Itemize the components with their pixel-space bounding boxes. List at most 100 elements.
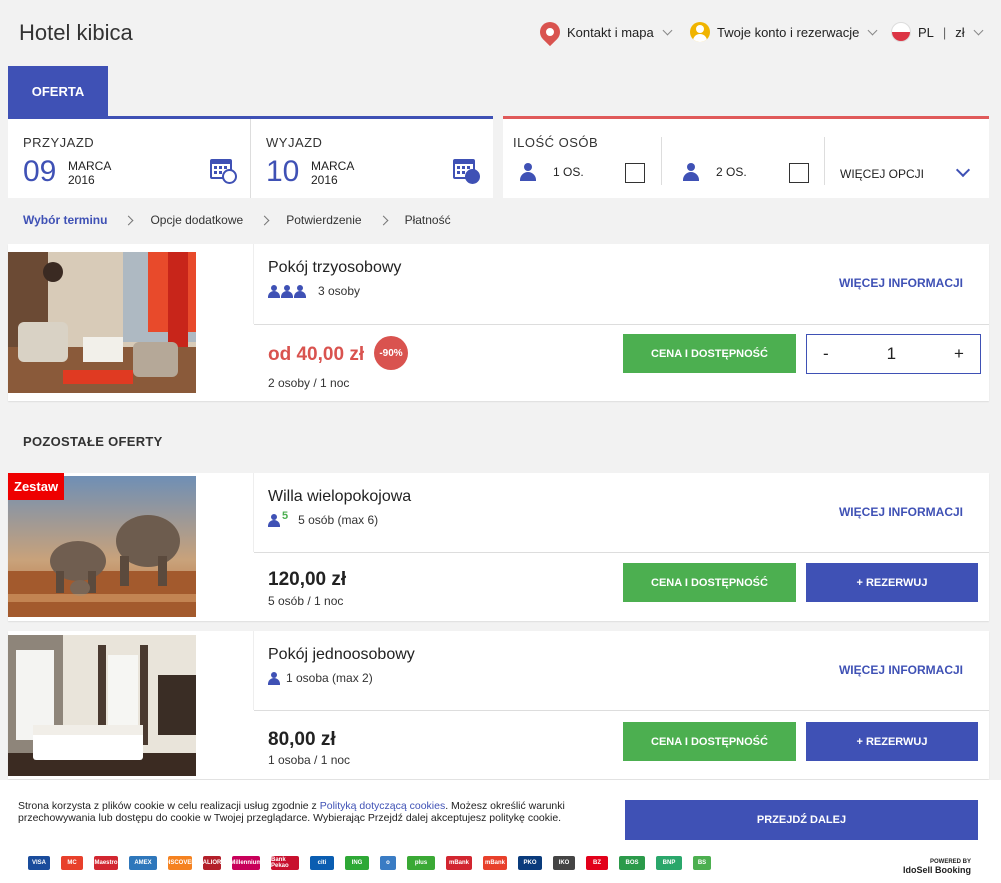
more-info-link[interactable]: WIĘCEJ INFORMACJI (839, 505, 963, 519)
checkin-day: 09 (23, 155, 57, 188)
language-currency-menu[interactable]: PL | zł (891, 22, 984, 42)
breadcrumb: Wybór terminu Opcje dodatkowe Potwierdze… (23, 213, 451, 227)
payment-logo: mBank (446, 856, 472, 870)
offer-photo-single[interactable] (8, 635, 196, 776)
checkin-month-year: MARCA 2016 (68, 159, 111, 187)
breadcrumb-step-2: Opcje dodatkowe (150, 213, 244, 227)
person-icon (281, 284, 293, 298)
payment-logo: mBank (483, 856, 507, 870)
payment-logo: BNP (656, 856, 682, 870)
payment-logo: BZ (586, 856, 608, 870)
payment-logo: PKO (518, 856, 542, 870)
more-info-link[interactable]: WIĘCEJ INFORMACJI (839, 276, 963, 290)
room-price-basis: 2 osoby / 1 noc (268, 376, 350, 390)
person-icon (268, 284, 280, 298)
checkout-date[interactable]: WYJAZD 10 MARCA 2016 (250, 119, 493, 198)
divider (253, 244, 254, 324)
price-availability-button[interactable]: CENA I DOSTĘPNOŚĆ (623, 722, 796, 761)
more-options-button[interactable]: WIĘCEJ OPCJI (840, 167, 924, 181)
tab-offer[interactable]: OFERTA (8, 66, 108, 116)
cookie-text-start: Strona korzysta z plików cookie w celu r… (18, 800, 320, 812)
offer-occupancy-label: 5 osób (max 6) (298, 513, 379, 527)
calendar-icon[interactable] (210, 159, 237, 184)
offer-card-villa: Zestaw Willa wielopokojowa 5 5 osób (max… (8, 473, 989, 621)
persons-option-2-label: 2 OS. (716, 165, 747, 179)
room-occupancy-label: 3 osoby (318, 284, 361, 298)
calendar-icon[interactable] (453, 159, 480, 184)
checkin-month: MARCA (68, 159, 112, 173)
offer-price: 120,00 zł (268, 569, 347, 590)
map-pin-icon (535, 17, 565, 47)
other-offers-heading: POZOSTAŁE OFERTY (23, 434, 163, 449)
brand-title[interactable]: Hotel kibica (19, 20, 133, 46)
payment-logo: Bank Pekao (271, 856, 299, 870)
book-button[interactable]: + REZERWUJ (806, 722, 978, 761)
divider (254, 710, 989, 711)
offer-price: 80,00 zł (268, 729, 336, 750)
book-button[interactable]: + REZERWUJ (806, 563, 978, 602)
breadcrumb-step-3: Potwierdzenie (286, 213, 362, 227)
persons-selector: ILOŚĆ OSÓB 1 OS. 2 OS. WIĘCEJ OPCJI (503, 116, 989, 198)
payment-logo: Millennium (230, 856, 262, 870)
room-photo-triple[interactable] (8, 252, 196, 393)
persons-option-1[interactable]: 1 OS. (519, 163, 584, 181)
payment-logos: VISA MC Maestro AMEX DISCOVER ALIOR Millennium… (28, 856, 722, 870)
quantity-value[interactable]: 1 (887, 344, 896, 364)
persons-option-2-checkbox[interactable] (789, 163, 809, 183)
offer-occupancy: 5 5 osób (max 6) (268, 510, 379, 527)
checkout-month: MARCA (311, 159, 355, 173)
payment-logo: ING (345, 856, 369, 870)
checkout-day: 10 (266, 155, 300, 188)
person-icon (268, 513, 280, 527)
more-info-link[interactable]: WIĘCEJ INFORMACJI (839, 663, 963, 677)
offer-title[interactable]: Willa wielopokojowa (268, 488, 411, 506)
payment-logo: BOS (619, 856, 645, 870)
offer-price-basis: 5 osób / 1 noc (268, 594, 344, 608)
poland-flag-icon (891, 22, 911, 42)
payment-logo: VISA (28, 856, 50, 870)
chevron-right-icon (378, 215, 389, 225)
divider (253, 631, 254, 710)
header: Hotel kibica Kontakt i mapa Twoje konto … (0, 0, 1001, 66)
cookie-banner: Strona korzysta z plików cookie w celu r… (0, 780, 1001, 883)
offer-occupancy-label: 1 osoba (max 2) (286, 671, 373, 685)
language-label: PL (918, 24, 934, 40)
date-selector: PRZYJAZD 09 MARCA 2016 WYJAZD 10 MARCA 2… (8, 116, 493, 198)
person-icon (268, 671, 280, 685)
chevron-down-icon[interactable] (955, 162, 971, 178)
persons-option-1-checkbox[interactable] (625, 163, 645, 183)
cookie-policy-link[interactable]: Polityką dotyczącą cookies (320, 800, 445, 812)
contact-map-label: Kontakt i mapa (567, 24, 654, 40)
checkin-date[interactable]: PRZYJAZD 09 MARCA 2016 (8, 119, 250, 198)
payment-logo: citi (310, 856, 334, 870)
currency-label: zł (955, 24, 965, 40)
persons-option-2[interactable]: 2 OS. (682, 163, 747, 181)
offer-card-single: Pokój jednoosobowy 1 osoba (max 2) WIĘCE… (8, 631, 989, 779)
room-price: od 40,00 zł (268, 344, 365, 365)
price-availability-button[interactable]: CENA I DOSTĘPNOŚĆ (623, 563, 796, 602)
account-menu[interactable]: Twoje konto i rezerwacje (690, 22, 878, 42)
offer-title[interactable]: Pokój jednoosobowy (268, 646, 415, 664)
quantity-increase-button[interactable]: + (954, 344, 964, 364)
person-icon (682, 163, 700, 181)
chevron-right-icon (259, 215, 270, 225)
room-title[interactable]: Pokój trzyosobowy (268, 259, 401, 277)
occupancy-count: 5 (282, 510, 289, 522)
breadcrumb-step-1[interactable]: Wybór terminu (23, 213, 107, 227)
quantity-decrease-button[interactable]: - (823, 344, 829, 364)
price-availability-button[interactable]: CENA I DOSTĘPNOŚĆ (623, 334, 796, 373)
payment-logo: IKO (553, 856, 575, 870)
checkout-month-year: MARCA 2016 (311, 159, 354, 187)
divider (661, 137, 662, 185)
payment-logo: ALIOR (203, 856, 221, 870)
divider (254, 324, 989, 325)
checkout-label: WYJAZD (266, 135, 323, 150)
accept-cookies-button[interactable]: PRZEJDŹ DALEJ (625, 800, 978, 840)
room-card-triple: Pokój trzyosobowy 3 osoby WIĘCEJ INFORMA… (8, 244, 989, 401)
persons-option-1-label: 1 OS. (553, 165, 584, 179)
discount-badge: -90% (374, 336, 408, 370)
payment-logo: plus (407, 856, 435, 870)
chevron-right-icon (124, 215, 134, 225)
contact-map-menu[interactable]: Kontakt i mapa (535, 17, 673, 47)
powered-by-brand: IdoSell Booking (902, 865, 971, 875)
